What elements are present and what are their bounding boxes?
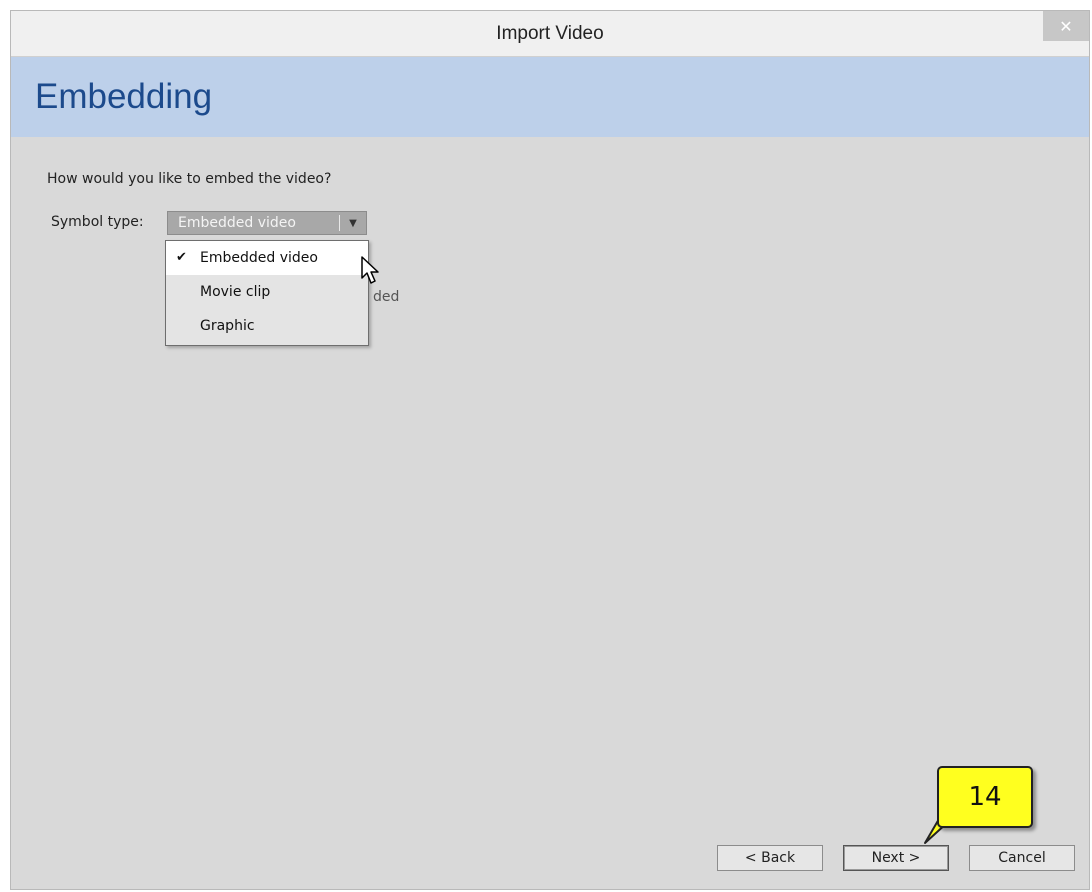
page-title: Embedding — [35, 77, 213, 116]
next-button[interactable]: Next > — [843, 845, 949, 871]
mouse-pointer-icon — [361, 256, 379, 284]
header-band: Embedding — [11, 57, 1089, 137]
symbol-type-label: Symbol type: — [51, 214, 144, 230]
obscured-option-text: ded — [373, 289, 400, 305]
check-icon: ✔ — [176, 250, 187, 265]
option-movie-clip[interactable]: Movie clip — [166, 275, 368, 309]
option-label: Embedded video — [200, 250, 318, 266]
symbol-type-selected-value: Embedded video — [178, 215, 296, 231]
step-callout-badge: 14 — [937, 766, 1033, 828]
option-label: Movie clip — [200, 284, 271, 300]
close-button[interactable]: ✕ — [1043, 11, 1089, 41]
option-graphic[interactable]: Graphic — [166, 309, 368, 343]
symbol-type-options-list: ✔ Embedded video Movie clip Graphic — [165, 240, 369, 346]
dropdown-divider — [339, 215, 340, 231]
cancel-button[interactable]: Cancel — [969, 845, 1075, 871]
import-video-dialog: Import Video ✕ Embedding How would you l… — [10, 10, 1090, 890]
window-title: Import Video — [496, 23, 604, 44]
option-label: Graphic — [200, 318, 255, 334]
embed-question-label: How would you like to embed the video? — [47, 171, 332, 187]
title-bar[interactable]: Import Video ✕ — [11, 11, 1089, 57]
option-embedded-video[interactable]: ✔ Embedded video — [166, 241, 368, 275]
chevron-down-icon: ▼ — [349, 217, 357, 229]
back-button[interactable]: < Back — [717, 845, 823, 871]
symbol-type-dropdown[interactable]: Embedded video ▼ — [167, 211, 367, 235]
close-icon: ✕ — [1059, 16, 1073, 36]
